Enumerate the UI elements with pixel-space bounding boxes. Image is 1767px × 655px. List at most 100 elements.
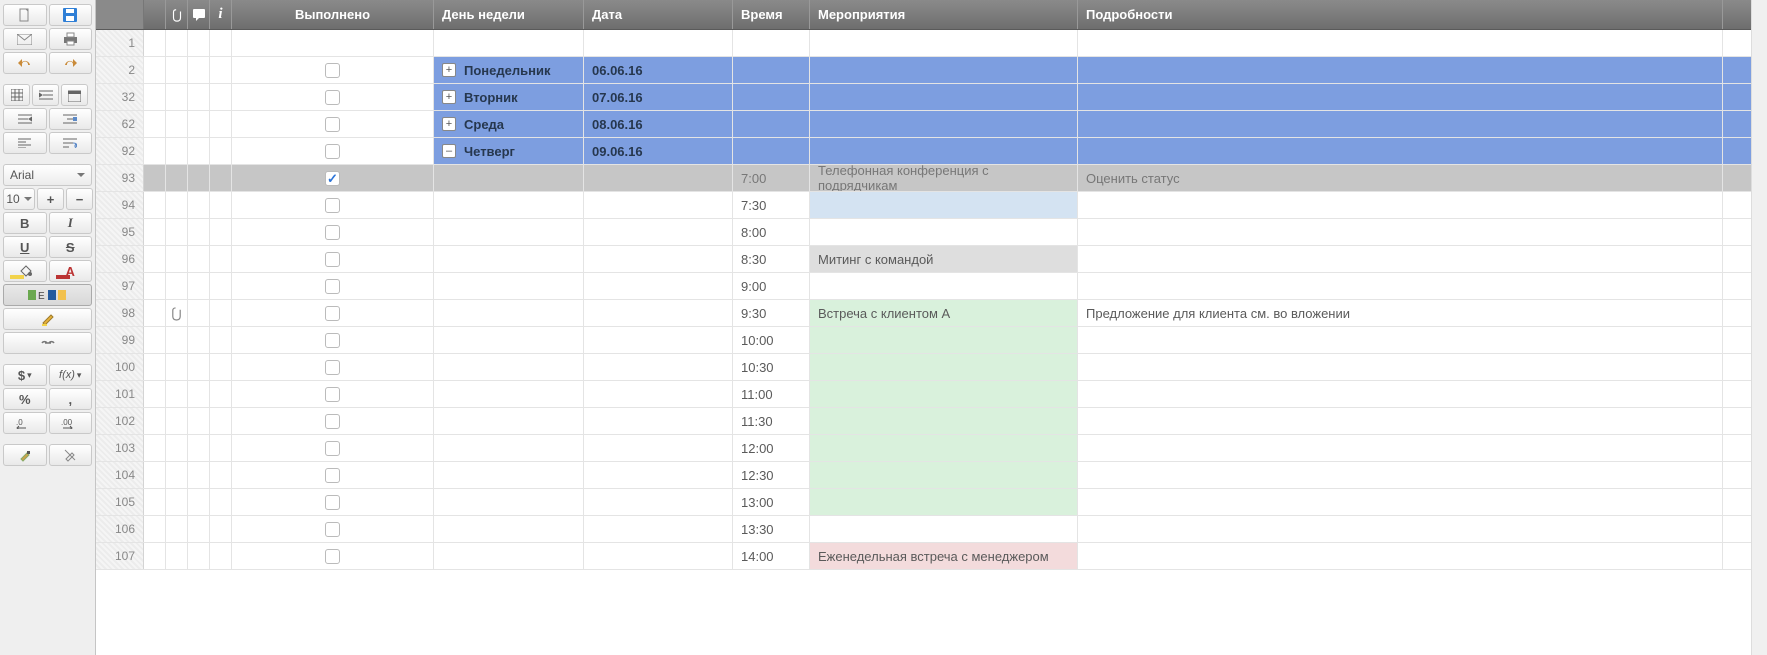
event-cell[interactable] <box>810 138 1078 164</box>
event-cell[interactable] <box>810 57 1078 83</box>
event-cell[interactable]: Встреча с клиентом А <box>810 300 1078 326</box>
done-checkbox[interactable] <box>325 90 340 105</box>
event-cell[interactable] <box>810 516 1078 542</box>
expand-cell[interactable] <box>144 543 166 569</box>
date-cell[interactable] <box>584 489 733 515</box>
day-cell[interactable] <box>434 327 584 353</box>
done-cell[interactable] <box>232 435 434 461</box>
date-cell[interactable]: 09.06.16 <box>584 138 733 164</box>
expand-cell[interactable] <box>144 489 166 515</box>
grid-body[interactable]: 12+Понедельник06.06.1632+Вторник07.06.16… <box>96 30 1767 655</box>
table-row[interactable]: 2+Понедельник06.06.16 <box>96 57 1767 84</box>
wrap-text-button[interactable] <box>49 132 93 154</box>
table-row[interactable]: 10312:00 <box>96 435 1767 462</box>
event-cell[interactable] <box>810 192 1078 218</box>
comment-cell[interactable] <box>188 489 210 515</box>
event-cell[interactable]: Телефонная конференция с подрядчикам <box>810 165 1078 191</box>
date-cell[interactable] <box>584 165 733 191</box>
time-cell[interactable]: 8:00 <box>733 219 810 245</box>
done-cell[interactable] <box>232 138 434 164</box>
font-increase-button[interactable]: + <box>37 188 64 210</box>
comment-cell[interactable] <box>188 516 210 542</box>
done-cell[interactable] <box>232 408 434 434</box>
comment-cell[interactable] <box>188 408 210 434</box>
font-size-select[interactable]: 10 <box>3 188 35 210</box>
comment-cell[interactable] <box>188 165 210 191</box>
bold-button[interactable]: B <box>3 212 47 234</box>
expand-cell[interactable] <box>144 273 166 299</box>
comment-cell[interactable] <box>188 219 210 245</box>
strike-button[interactable]: S <box>49 236 93 258</box>
header-attachment-col[interactable] <box>166 0 188 29</box>
comment-cell[interactable] <box>188 138 210 164</box>
comment-cell[interactable] <box>188 435 210 461</box>
info-cell[interactable] <box>210 462 232 488</box>
date-cell[interactable] <box>584 246 733 272</box>
attachment-cell[interactable] <box>166 543 188 569</box>
attachment-cell[interactable] <box>166 30 188 56</box>
text-color-button[interactable]: A <box>49 260 93 282</box>
time-cell[interactable]: 7:30 <box>733 192 810 218</box>
detail-cell[interactable] <box>1078 273 1723 299</box>
expand-cell[interactable] <box>144 138 166 164</box>
italic-button[interactable]: I <box>49 212 93 234</box>
table-row[interactable]: 979:00 <box>96 273 1767 300</box>
done-cell[interactable] <box>232 165 434 191</box>
align-left-button[interactable] <box>3 132 47 154</box>
header-date[interactable]: Дата <box>584 0 733 29</box>
collapse-icon[interactable]: – <box>442 144 456 158</box>
attachment-cell[interactable] <box>166 192 188 218</box>
date-cell[interactable] <box>584 543 733 569</box>
redo-button[interactable] <box>49 52 93 74</box>
attachment-cell[interactable] <box>166 219 188 245</box>
grid-button[interactable] <box>3 84 30 106</box>
done-checkbox[interactable] <box>325 387 340 402</box>
event-cell[interactable] <box>810 327 1078 353</box>
header-comment-col[interactable] <box>188 0 210 29</box>
attachment-cell[interactable] <box>166 111 188 137</box>
done-checkbox[interactable] <box>325 333 340 348</box>
done-checkbox[interactable] <box>325 468 340 483</box>
date-cell[interactable] <box>584 327 733 353</box>
header-expand-col[interactable] <box>144 0 166 29</box>
link-button[interactable] <box>3 332 92 354</box>
expand-cell[interactable] <box>144 219 166 245</box>
indent-row-button[interactable] <box>49 108 93 130</box>
function-button[interactable]: f(x)▾ <box>49 364 93 386</box>
detail-cell[interactable]: Предложение для клиента см. во вложении <box>1078 300 1723 326</box>
comment-cell[interactable] <box>188 30 210 56</box>
day-cell[interactable] <box>434 219 584 245</box>
mail-button[interactable] <box>3 28 47 50</box>
event-cell[interactable] <box>810 30 1078 56</box>
day-cell[interactable]: +Понедельник <box>434 57 584 83</box>
increase-decimal-button[interactable]: .00 <box>49 412 93 434</box>
table-row[interactable]: 9910:00 <box>96 327 1767 354</box>
info-cell[interactable] <box>210 138 232 164</box>
info-cell[interactable] <box>210 354 232 380</box>
event-cell[interactable] <box>810 354 1078 380</box>
date-cell[interactable] <box>584 300 733 326</box>
comment-cell[interactable] <box>188 354 210 380</box>
info-cell[interactable] <box>210 516 232 542</box>
header-rownum[interactable] <box>96 0 144 29</box>
detail-cell[interactable]: Оценить статус <box>1078 165 1723 191</box>
info-cell[interactable] <box>210 219 232 245</box>
vertical-scrollbar[interactable] <box>1751 0 1767 655</box>
done-checkbox[interactable] <box>325 549 340 564</box>
expand-cell[interactable] <box>144 516 166 542</box>
event-cell[interactable] <box>810 381 1078 407</box>
date-cell[interactable]: 06.06.16 <box>584 57 733 83</box>
day-cell[interactable] <box>434 30 584 56</box>
time-cell[interactable]: 11:30 <box>733 408 810 434</box>
font-decrease-button[interactable]: − <box>66 188 93 210</box>
indent-button[interactable] <box>32 84 59 106</box>
done-cell[interactable] <box>232 327 434 353</box>
date-cell[interactable] <box>584 354 733 380</box>
comment-cell[interactable] <box>188 381 210 407</box>
date-cell[interactable] <box>584 462 733 488</box>
expand-cell[interactable] <box>144 30 166 56</box>
event-cell[interactable] <box>810 111 1078 137</box>
fill-color-button[interactable] <box>3 260 47 282</box>
time-cell[interactable] <box>733 111 810 137</box>
attachment-cell[interactable] <box>166 300 188 326</box>
